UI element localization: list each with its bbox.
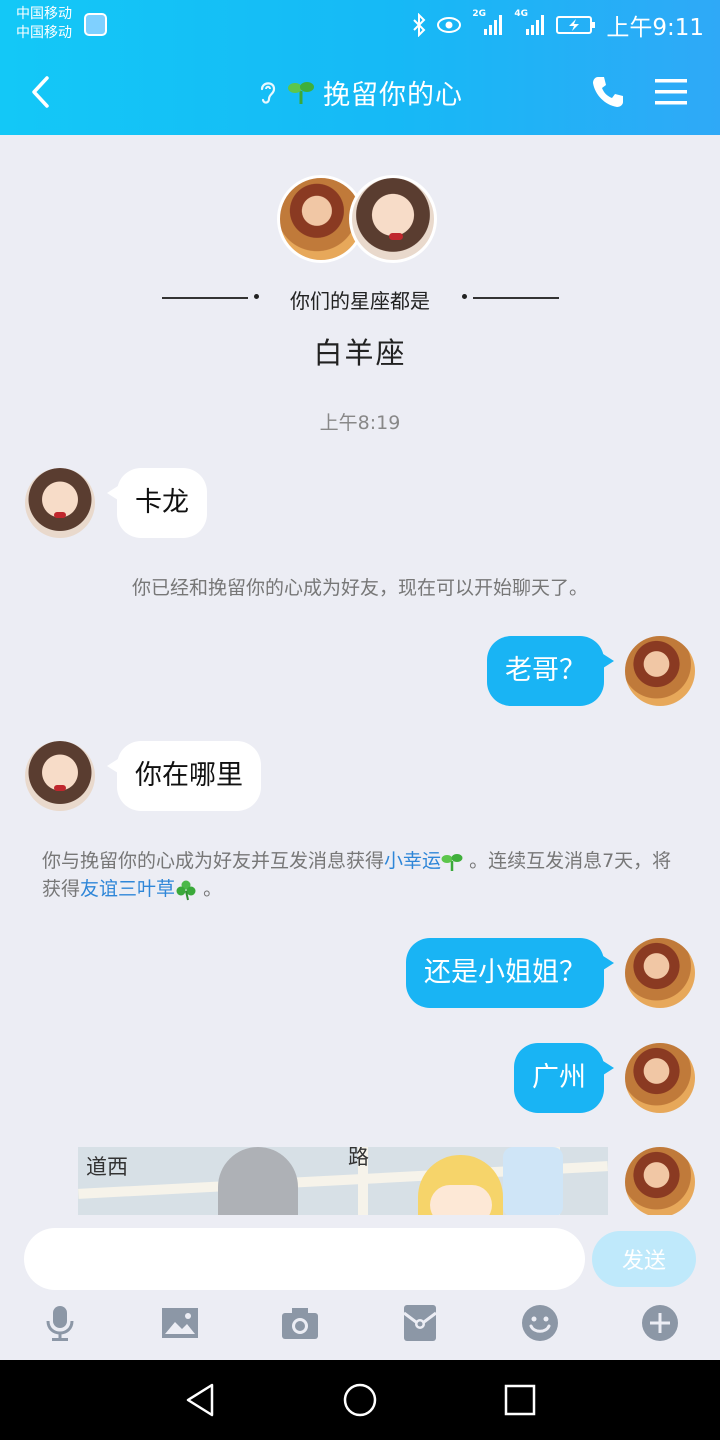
carrier-line-2: 中国移动 bbox=[16, 25, 72, 41]
sticker-image-message[interactable]: 道西 路 路 bbox=[78, 1147, 608, 1215]
divider-line-right bbox=[473, 297, 559, 299]
zodiac-sign: 白羊座 bbox=[313, 336, 407, 370]
eye-comfort-icon bbox=[437, 17, 462, 33]
camera-icon[interactable] bbox=[280, 1303, 320, 1343]
chat-area[interactable]: 你们的星座都是 白羊座 上午8:19 卡龙 你已经和挽留你的心成为好友，现在可以… bbox=[0, 135, 720, 1215]
divider-dot-right bbox=[462, 294, 467, 299]
image-icon[interactable] bbox=[160, 1303, 200, 1343]
message-bubble-incoming[interactable]: 卡龙 bbox=[107, 468, 207, 538]
red-packet-icon[interactable] bbox=[400, 1303, 440, 1343]
call-button[interactable] bbox=[590, 74, 626, 110]
link-xiao-xing-yun[interactable]: 小幸运 bbox=[384, 850, 441, 872]
emoji-icon[interactable] bbox=[520, 1303, 560, 1343]
avatar-self[interactable] bbox=[625, 636, 695, 706]
signal-2-icon: 4G bbox=[514, 9, 546, 37]
signal-1-icon: 2G bbox=[472, 9, 504, 37]
message-bubble-outgoing[interactable]: 老哥？ bbox=[487, 636, 614, 706]
ear-icon bbox=[260, 82, 276, 104]
sticker-gray-figure bbox=[218, 1147, 298, 1215]
system-navigation-bar bbox=[0, 1360, 720, 1440]
sticker-face bbox=[430, 1185, 492, 1215]
status-bar: 中国移动 中国移动 2G 4G 上午9:11 bbox=[0, 0, 720, 50]
sticker-wolf bbox=[503, 1147, 563, 1215]
status-icons: 2G 4G 上午9:11 bbox=[412, 9, 704, 41]
nav-bar: 挽留你的心 bbox=[0, 50, 720, 135]
map-label: 道西 bbox=[86, 1155, 128, 1179]
zodiac-caption: 你们的星座都是 bbox=[290, 289, 430, 313]
carrier-info: 中国移动 中国移动 bbox=[16, 5, 72, 43]
friend-pair-avatars bbox=[277, 175, 442, 267]
avatar-friend[interactable] bbox=[25, 741, 95, 811]
chat-title[interactable]: 挽留你的心 bbox=[323, 73, 463, 112]
back-triangle-icon[interactable] bbox=[180, 1380, 220, 1420]
header: 中国移动 中国移动 2G 4G 上午9:11 挽留你的心 bbox=[0, 0, 720, 135]
plus-icon[interactable] bbox=[640, 1303, 680, 1343]
recents-square-icon[interactable] bbox=[500, 1380, 540, 1420]
bluetooth-icon bbox=[413, 13, 426, 37]
system-message-reward: 你与挽留你的心成为好友并互发消息获得小幸运 。连续互发消息7天，将获得友谊三叶草… bbox=[42, 847, 682, 903]
status-time: 上午9:11 bbox=[606, 15, 704, 41]
reward-text-3: 。 bbox=[197, 878, 223, 900]
avatar-self[interactable] bbox=[625, 1043, 695, 1113]
notification-app-icon bbox=[84, 13, 107, 36]
message-bubble-outgoing[interactable]: 广州 bbox=[514, 1043, 614, 1113]
message-timestamp: 上午8:19 bbox=[319, 412, 401, 434]
message-bubble-outgoing[interactable]: 还是小姐姐？ bbox=[406, 938, 614, 1008]
menu-button[interactable] bbox=[652, 74, 690, 110]
link-friendship-clover[interactable]: 友谊三叶草 bbox=[80, 878, 175, 900]
map-label: 路 bbox=[348, 1147, 369, 1169]
reward-text-1: 你与挽留你的心成为好友并互发消息获得 bbox=[42, 850, 385, 872]
home-circle-icon[interactable] bbox=[340, 1380, 380, 1420]
avatar-self[interactable] bbox=[625, 938, 695, 1008]
input-area: 发送 bbox=[0, 1215, 720, 1360]
microphone-icon[interactable] bbox=[40, 1303, 80, 1343]
clover-icon bbox=[176, 880, 196, 900]
avatar-self[interactable] bbox=[625, 1147, 695, 1215]
system-message-friend-added: 你已经和挽留你的心成为好友，现在可以开始聊天了。 bbox=[131, 577, 588, 599]
message-bubble-incoming[interactable]: 你在哪里 bbox=[107, 741, 261, 811]
sprout-icon bbox=[441, 853, 463, 871]
avatar-friend[interactable] bbox=[25, 468, 95, 538]
hamburger-menu-icon bbox=[655, 79, 687, 105]
battery-charging-icon bbox=[556, 16, 596, 34]
phone-icon bbox=[593, 77, 623, 107]
sprout-icon bbox=[288, 82, 314, 104]
send-button[interactable]: 发送 bbox=[592, 1231, 696, 1287]
carrier-line-1: 中国移动 bbox=[16, 6, 72, 22]
avatar-friend bbox=[349, 175, 437, 263]
message-input[interactable] bbox=[24, 1228, 585, 1290]
